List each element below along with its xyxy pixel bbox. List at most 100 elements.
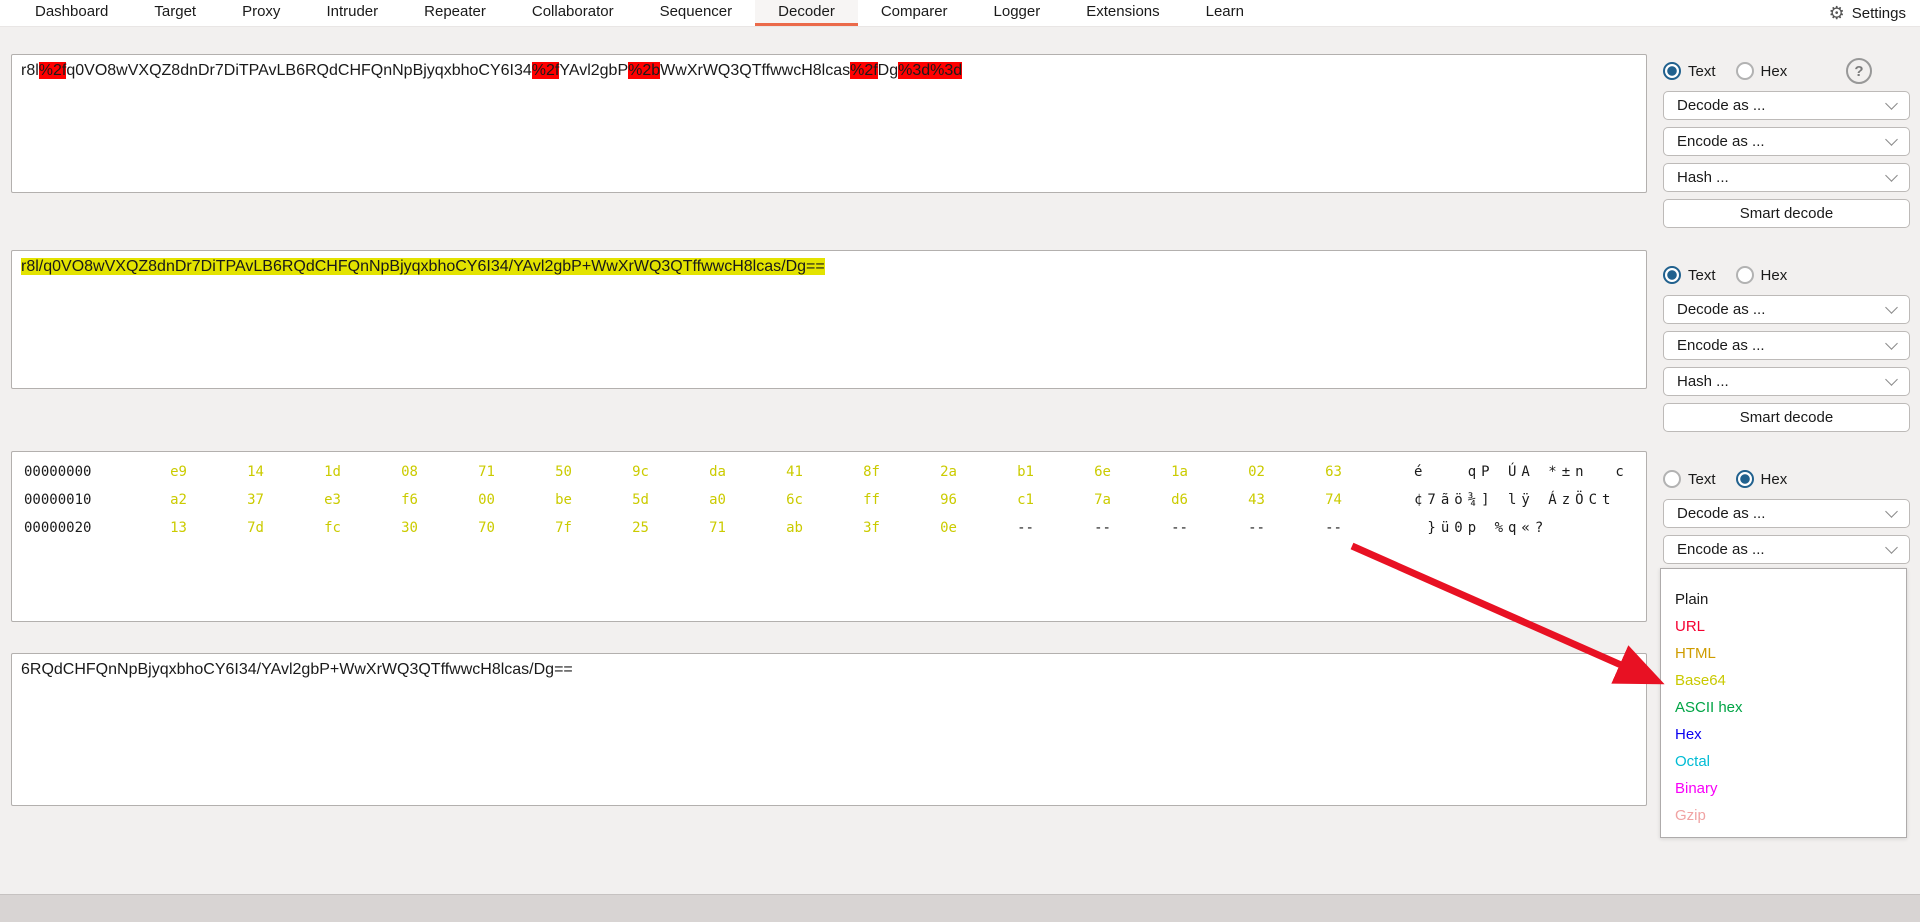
hex-byte: 41 bbox=[786, 464, 803, 480]
settings-label: Settings bbox=[1851, 4, 1906, 22]
encode-as-select[interactable]: Encode as ... bbox=[1663, 535, 1910, 564]
hex-radio[interactable]: Hex bbox=[1735, 266, 1788, 284]
tab-target[interactable]: Target bbox=[131, 0, 219, 26]
menu-item-url[interactable]: URL bbox=[1661, 613, 1906, 640]
text-radio-circle bbox=[1663, 266, 1681, 284]
encode-as-select[interactable]: Encode as ... bbox=[1663, 331, 1910, 360]
menu-item-plain[interactable]: Plain bbox=[1661, 586, 1906, 613]
text-segment: Dg bbox=[877, 62, 899, 79]
hex-byte: 71 bbox=[709, 520, 726, 536]
menu-item-base64[interactable]: Base64 bbox=[1661, 667, 1906, 694]
hex-byte: -- bbox=[1171, 520, 1188, 536]
hex-byte: ab bbox=[786, 520, 803, 536]
chevron-down-icon bbox=[1885, 541, 1898, 554]
text-radio[interactable]: Text bbox=[1663, 470, 1716, 488]
hex-byte: 70 bbox=[478, 520, 495, 536]
encode-as-select[interactable]: Encode as ... bbox=[1663, 127, 1910, 156]
decode-as-select[interactable]: Decode as ... bbox=[1663, 295, 1910, 324]
chevron-down-icon bbox=[1885, 337, 1898, 350]
decoder-result-area-1[interactable]: r8l/q0VO8wVXQZ8dnDr7DiTPAvLB6RQdCHFQnNpB… bbox=[11, 250, 1647, 389]
text-segment: %2f bbox=[38, 62, 67, 79]
hex-radio[interactable]: Hex bbox=[1735, 470, 1787, 488]
decoder-input-area[interactable]: r8l%2fq0VO8wVXQZ8dnDr7DiTPAvLB6RQdCHFQnN… bbox=[11, 54, 1647, 193]
tab-collaborator[interactable]: Collaborator bbox=[509, 0, 637, 26]
hex-ascii: ¢7ãö¾] lÿ ÁzÖCt bbox=[1414, 492, 1616, 508]
hex-byte: c1 bbox=[1017, 492, 1034, 508]
text-radio[interactable]: Text bbox=[1663, 62, 1716, 80]
tab-intruder[interactable]: Intruder bbox=[303, 0, 401, 26]
chevron-down-icon bbox=[1885, 169, 1898, 182]
text-segment: YAvl2gbP bbox=[559, 62, 629, 79]
settings-button[interactable]: ⚙ Settings bbox=[1829, 0, 1920, 26]
hex-byte: 25 bbox=[632, 520, 649, 536]
tab-extensions[interactable]: Extensions bbox=[1063, 0, 1182, 26]
hex-byte: a2 bbox=[170, 492, 187, 508]
decode-as-select-label: Decode as ... bbox=[1677, 97, 1766, 114]
hex-byte: 7d bbox=[247, 520, 264, 536]
help-icon[interactable]: ? bbox=[1846, 58, 1872, 84]
tab-repeater[interactable]: Repeater bbox=[401, 0, 509, 26]
tab-learn[interactable]: Learn bbox=[1183, 0, 1267, 26]
view-mode-radios: Text Hex bbox=[1663, 466, 1910, 492]
decoder-controls-3: Text Hex Decode as ... Encode as ... bbox=[1663, 466, 1910, 564]
smart-decode-button[interactable]: Smart decode bbox=[1663, 403, 1910, 432]
tab-proxy[interactable]: Proxy bbox=[219, 0, 303, 26]
hex-radio-circle bbox=[1735, 266, 1754, 284]
hex-byte: 13 bbox=[170, 520, 187, 536]
menu-item-html[interactable]: HTML bbox=[1661, 640, 1906, 667]
hex-byte: ff bbox=[863, 492, 880, 508]
text-segment: %2f bbox=[531, 62, 560, 79]
hash-select[interactable]: Hash ... bbox=[1663, 367, 1910, 396]
tab-sequencer[interactable]: Sequencer bbox=[637, 0, 756, 26]
decoder-controls-1: Text Hex? Decode as ... Encode as ... Hash .… bbox=[1663, 58, 1910, 228]
hash-select[interactable]: Hash ... bbox=[1663, 163, 1910, 192]
hex-byte: 96 bbox=[940, 492, 957, 508]
hex-offset: 00000000 bbox=[24, 464, 92, 480]
menu-item-octal[interactable]: Octal bbox=[1661, 748, 1906, 775]
tab-logger[interactable]: Logger bbox=[971, 0, 1064, 26]
decoder-controls-2: Text Hex Decode as ... Encode as ... Hash ..… bbox=[1663, 262, 1910, 432]
tab-decoder[interactable]: Decoder bbox=[755, 0, 858, 26]
hex-byte: 0e bbox=[940, 520, 957, 536]
decode-as-select[interactable]: Decode as ... bbox=[1663, 499, 1910, 528]
hex-ascii: }ü0p %q«? bbox=[1414, 520, 1549, 536]
text-radio-label: Text bbox=[1688, 62, 1716, 80]
hex-radio-label: Hex bbox=[1760, 266, 1788, 284]
hex-byte: 1a bbox=[1171, 464, 1188, 480]
text-segment: r8l/q0VO8wVXQZ8dnDr7DiTPAvLB6RQdCHFQnNpB… bbox=[21, 258, 825, 275]
hex-byte: 7f bbox=[555, 520, 572, 536]
decode-as-select[interactable]: Decode as ... bbox=[1663, 91, 1910, 120]
hex-byte: 7a bbox=[1094, 492, 1111, 508]
hex-byte: da bbox=[709, 464, 726, 480]
smart-decode-button[interactable]: Smart decode bbox=[1663, 199, 1910, 228]
hex-byte: f6 bbox=[401, 492, 418, 508]
menu-item-ascii-hex[interactable]: ASCII hex bbox=[1661, 694, 1906, 721]
tab-dashboard[interactable]: Dashboard bbox=[12, 0, 131, 26]
hex-byte: e3 bbox=[324, 492, 341, 508]
encode-as-menu: Plain URL HTML Base64 ASCII hex Hex Octal Binar… bbox=[1660, 568, 1907, 838]
menu-item-hex[interactable]: Hex bbox=[1661, 721, 1906, 748]
hex-byte: 1d bbox=[324, 464, 341, 480]
hex-radio-label: Hex bbox=[1760, 62, 1788, 80]
hex-byte: -- bbox=[1248, 520, 1265, 536]
decoder-hex-area[interactable]: 00000000 e9 14 1d 08 71 50 9c da 41 8f 2a b1 6e 1a 02 63… bbox=[11, 451, 1647, 622]
hex-byte: -- bbox=[1094, 520, 1111, 536]
hex-radio[interactable]: Hex bbox=[1735, 62, 1788, 80]
hex-byte: 3f bbox=[863, 520, 880, 536]
hex-ascii: é qP ÚA *±n c bbox=[1414, 464, 1629, 480]
chevron-down-icon bbox=[1885, 301, 1898, 314]
encode-as-select-label: Encode as ... bbox=[1677, 133, 1765, 150]
chevron-down-icon bbox=[1885, 133, 1898, 146]
tab-comparer[interactable]: Comparer bbox=[858, 0, 971, 26]
chevron-down-icon bbox=[1885, 505, 1898, 518]
bottom-statusbar bbox=[0, 894, 1920, 922]
decoder-result-area-2[interactable]: 6RQdCHFQnNpBjyqxbhoCY6I34/YAvl2gbP+WwXrW… bbox=[11, 653, 1647, 806]
hex-byte: 5d bbox=[632, 492, 649, 508]
text-radio-label: Text bbox=[1688, 470, 1716, 488]
menu-item-binary[interactable]: Binary bbox=[1661, 775, 1906, 802]
text-radio[interactable]: Text bbox=[1663, 266, 1716, 284]
hex-byte: 6e bbox=[1094, 464, 1111, 480]
menu-item-gzip[interactable]: Gzip bbox=[1661, 802, 1906, 829]
hex-byte: d6 bbox=[1171, 492, 1188, 508]
view-mode-radios: Text Hex bbox=[1663, 262, 1910, 288]
